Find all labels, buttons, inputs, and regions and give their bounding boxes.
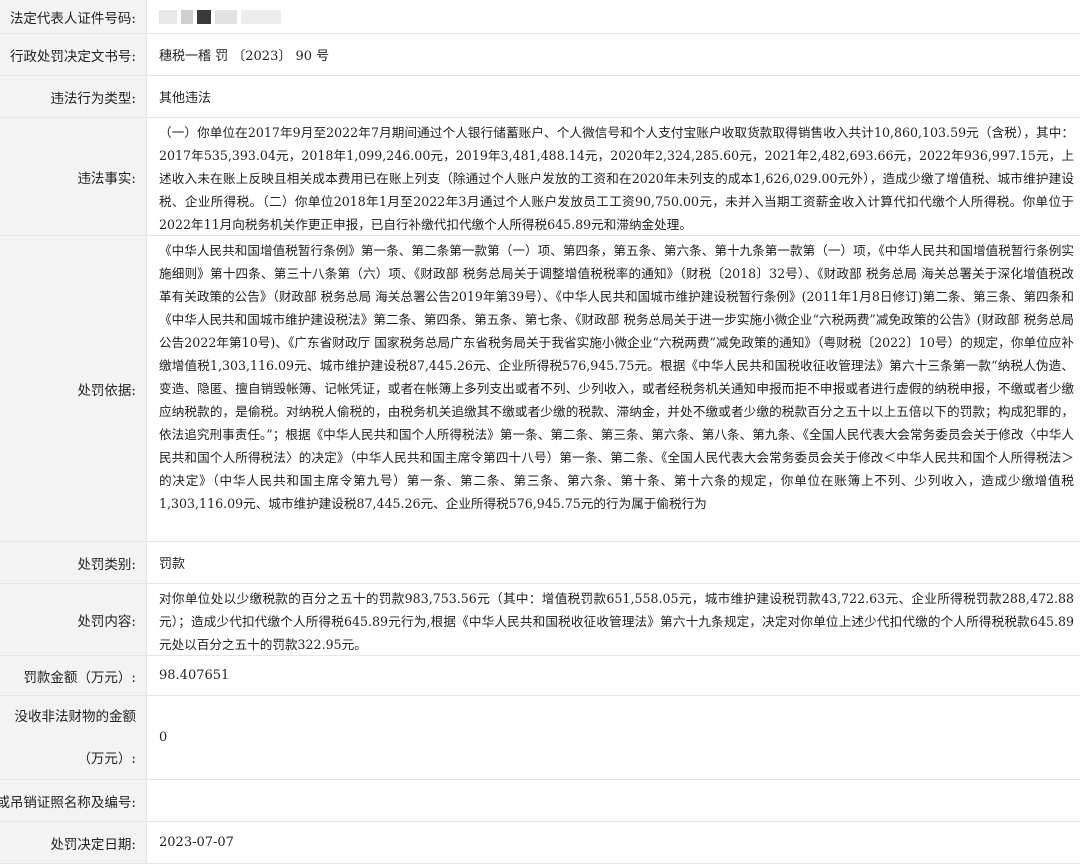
redacted-block <box>181 9 193 24</box>
redacted-block <box>241 9 281 24</box>
row-basis: 处罚依据: 《中华人民共和国增值税暂行条例》第一条、第二条第一款第（一）项、第四… <box>0 236 1080 542</box>
row-category: 处罚类别: 罚款 <box>0 542 1080 584</box>
basis-value: 《中华人民共和国增值税暂行条例》第一条、第二条第一款第（一）项、第四条，第五条、… <box>159 243 1074 511</box>
license-value <box>147 780 1080 821</box>
id-number-label: 法定代表人证件号码: <box>0 0 147 33</box>
confiscated-label: 没收非法财物的金额 （万元）: <box>0 696 147 779</box>
violation-type-value: 其他违法 <box>159 91 212 106</box>
amount-label: 罚款金额（万元）: <box>0 656 147 695</box>
redacted-block <box>159 9 177 24</box>
row-date: 处罚决定日期: 2023-07-07 <box>0 822 1080 864</box>
row-doc-number: 行政处罚决定文书号: 穗税一稽 罚 〔2023〕 90 号 <box>0 34 1080 76</box>
row-facts: 违法事实: （一）你单位在2017年9月至2022年7月期间通过个人银行储蓄账户… <box>0 118 1080 236</box>
basis-label: 处罚依据: <box>0 236 147 541</box>
content-label: 处罚内容: <box>0 584 147 655</box>
row-violation-type: 违法行为类型: 其他违法 <box>0 76 1080 118</box>
row-confiscated: 没收非法财物的金额 （万元）: 0 <box>0 696 1080 780</box>
content-value: 对你单位处以少缴税款的百分之五十的罚款983,753.56元（其中：增值税罚款6… <box>159 591 1074 652</box>
violation-type-label: 违法行为类型: <box>0 76 147 117</box>
doc-number-label: 行政处罚决定文书号: <box>0 34 147 75</box>
id-number-value <box>147 0 1080 33</box>
date-value: 2023-07-07 <box>159 835 234 850</box>
amount-value: 98.407651 <box>159 668 230 683</box>
redacted-block <box>215 9 237 24</box>
facts-value: （一）你单位在2017年9月至2022年7月期间通过个人银行储蓄账户、个人微信号… <box>159 125 1074 232</box>
date-label: 处罚决定日期: <box>0 822 147 863</box>
doc-number-value: 穗税一稽 罚 〔2023〕 90 号 <box>159 49 330 64</box>
category-label: 处罚类别: <box>0 542 147 583</box>
row-license: 或吊销证照名称及编号: <box>0 780 1080 822</box>
row-id-number: 法定代表人证件号码: <box>0 0 1080 34</box>
category-value: 罚款 <box>159 557 186 572</box>
redacted-block <box>197 9 211 24</box>
row-content: 处罚内容: 对你单位处以少缴税款的百分之五十的罚款983,753.56元（其中：… <box>0 584 1080 656</box>
confiscated-value: 0 <box>159 730 168 745</box>
facts-label: 违法事实: <box>0 118 147 235</box>
license-label: 或吊销证照名称及编号: <box>0 780 147 821</box>
row-amount: 罚款金额（万元）: 98.407651 <box>0 656 1080 696</box>
